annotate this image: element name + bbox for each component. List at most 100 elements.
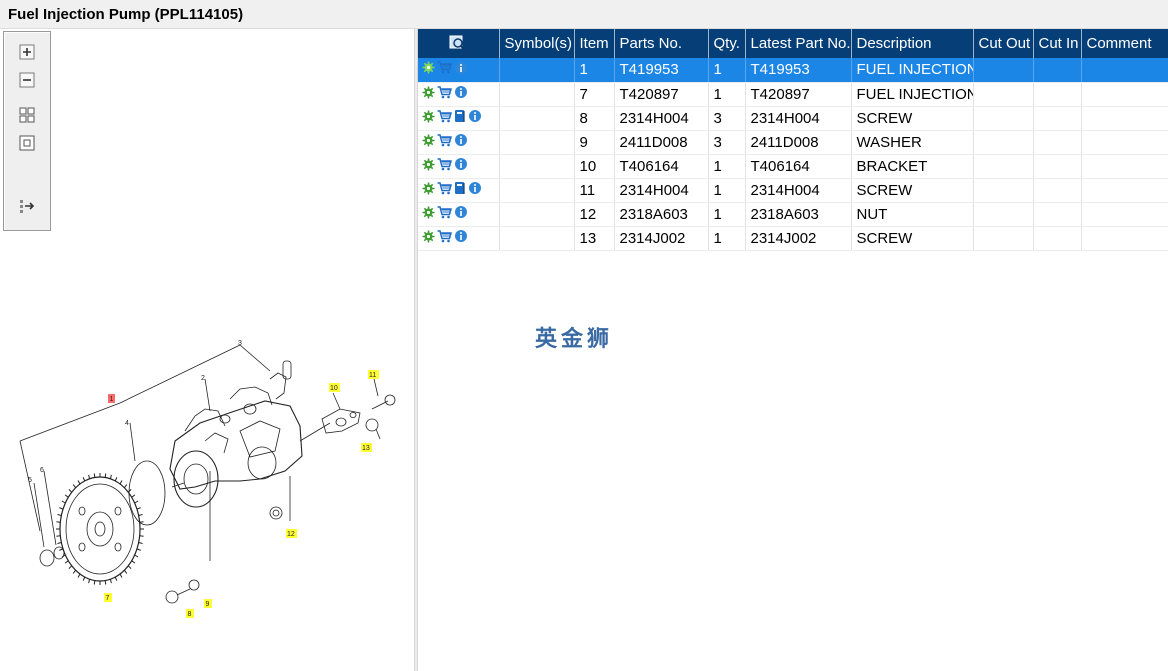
- callout-9[interactable]: 9: [206, 601, 210, 608]
- row-action-icons: [418, 58, 500, 83]
- zoom-in-icon[interactable]: [17, 42, 37, 62]
- cart-icon[interactable]: [437, 85, 452, 103]
- table-row-selected[interactable]: 1 T419953 1 T419953 FUEL INJECTION PU: [418, 58, 1168, 83]
- callout-8[interactable]: 8: [188, 611, 192, 618]
- header-latest-part-no[interactable]: Latest Part No.: [745, 29, 852, 58]
- table-row[interactable]: 11 2314H004 1 2314H004 SCREW: [418, 178, 1168, 203]
- callout-10[interactable]: 10: [330, 385, 338, 392]
- cell-cut-out: [973, 82, 1034, 107]
- cart-icon[interactable]: [437, 133, 452, 151]
- cell-latest-part-no: T420897: [745, 82, 852, 107]
- table-row[interactable]: 12 2318A603 1 2318A603 NUT: [418, 202, 1168, 227]
- zoom-out-icon[interactable]: [17, 70, 37, 90]
- cell-latest-part-no: T419953: [745, 58, 852, 83]
- info-icon[interactable]: [454, 61, 468, 79]
- info-icon[interactable]: [454, 85, 468, 103]
- gear-tooth: [138, 514, 143, 516]
- gear-tooth: [93, 580, 96, 585]
- callout-11[interactable]: 11: [369, 372, 376, 379]
- header-cut-out[interactable]: Cut Out: [973, 29, 1034, 58]
- book-icon[interactable]: [454, 181, 466, 199]
- cell-latest-part-no: 2314J002: [745, 226, 852, 251]
- cell-symbols: [499, 58, 575, 83]
- gear-tooth: [134, 554, 139, 558]
- table-row[interactable]: 13 2314J002 1 2314J002 SCREW: [418, 226, 1168, 251]
- header-qty[interactable]: Qty.: [708, 29, 746, 58]
- info-icon[interactable]: [454, 229, 468, 247]
- gear-tooth: [104, 580, 107, 585]
- cart-icon[interactable]: [437, 61, 452, 78]
- cell-item: 1: [574, 58, 615, 83]
- fit-view-icon[interactable]: [17, 105, 37, 125]
- cell-item: 12: [574, 202, 615, 227]
- header-description[interactable]: Description: [851, 29, 974, 58]
- info-icon[interactable]: [454, 157, 468, 175]
- cell-description: FUEL INJECTION PU: [851, 82, 974, 107]
- exploded-parts-diagram[interactable]: 3 2 4 5 6 1 10 11 13 12 7 8 9: [0, 301, 414, 631]
- gear-tooth: [72, 569, 76, 574]
- row-action-icons: [418, 202, 500, 227]
- info-icon[interactable]: [468, 181, 482, 199]
- cell-symbols: [499, 106, 575, 131]
- settings-icon[interactable]: [422, 182, 435, 199]
- cell-latest-part-no: 2314H004: [745, 106, 852, 131]
- gear-tooth: [124, 484, 128, 489]
- info-icon[interactable]: [468, 109, 482, 127]
- settings-icon[interactable]: [422, 110, 435, 127]
- cell-cut-out: [973, 226, 1034, 251]
- gear-tooth: [114, 477, 118, 482]
- export-icon[interactable]: [17, 196, 37, 216]
- cell-latest-part-no: 2318A603: [745, 202, 852, 227]
- header-item[interactable]: Item: [574, 29, 615, 58]
- header-parts-no[interactable]: Parts No.: [614, 29, 709, 58]
- table-row[interactable]: 8 2314H004 3 2314H004 SCREW: [418, 106, 1168, 131]
- callout-12[interactable]: 12: [287, 531, 295, 538]
- settings-icon[interactable]: [422, 61, 435, 78]
- cell-item: 11: [574, 178, 615, 203]
- callout-1-selected[interactable]: 1: [110, 396, 114, 403]
- settings-icon[interactable]: [422, 230, 435, 247]
- cart-icon[interactable]: [437, 109, 452, 127]
- info-icon[interactable]: [454, 205, 468, 223]
- callout-7[interactable]: 7: [106, 595, 110, 602]
- header-cut-in[interactable]: Cut In: [1033, 29, 1082, 58]
- settings-icon[interactable]: [422, 158, 435, 175]
- header-zoom-parts[interactable]: [418, 29, 500, 58]
- table-row[interactable]: 9 2411D008 3 2411D008 WASHER: [418, 130, 1168, 155]
- diagram-pane[interactable]: 3 2 4 5 6 1 10 11 13 12 7 8 9: [0, 29, 414, 671]
- settings-icon[interactable]: [422, 86, 435, 103]
- cart-icon[interactable]: [437, 181, 452, 199]
- header-comment[interactable]: Comment: [1081, 29, 1168, 58]
- table-row[interactable]: 10 T406164 1 T406164 BRACKET: [418, 154, 1168, 179]
- actual-size-icon[interactable]: [17, 133, 37, 153]
- zoom-parts-icon[interactable]: [449, 34, 467, 51]
- header-symbols[interactable]: Symbol(s): [499, 29, 575, 58]
- row-action-icons: [418, 178, 500, 203]
- cart-icon[interactable]: [437, 229, 452, 247]
- cell-cut-in: [1033, 58, 1082, 83]
- cart-icon[interactable]: [437, 157, 452, 175]
- cell-description: SCREW: [851, 106, 974, 131]
- cell-qty: 1: [708, 178, 746, 203]
- cell-item: 9: [574, 130, 615, 155]
- cell-cut-out: [973, 106, 1034, 131]
- book-icon[interactable]: [454, 109, 466, 127]
- table-row[interactable]: 7 T420897 1 T420897 FUEL INJECTION PU: [418, 82, 1168, 107]
- gear-tooth: [114, 576, 118, 581]
- gear-tooth: [88, 474, 91, 479]
- cell-cut-out: [973, 154, 1034, 179]
- settings-icon[interactable]: [422, 134, 435, 151]
- cell-parts-no: T420897: [614, 82, 709, 107]
- info-icon[interactable]: [454, 133, 468, 151]
- callout-13[interactable]: 13: [362, 445, 370, 452]
- cell-symbols: [499, 130, 575, 155]
- cell-parts-no: 2411D008: [614, 130, 709, 155]
- gear-tooth: [68, 565, 73, 569]
- settings-icon[interactable]: [422, 206, 435, 223]
- cart-icon[interactable]: [437, 205, 452, 223]
- row-action-icons: [418, 226, 500, 251]
- callout-4: 4: [125, 420, 129, 427]
- diagram-toolbar: [3, 31, 51, 231]
- cell-cut-in: [1033, 226, 1082, 251]
- cell-cut-out: [973, 178, 1034, 203]
